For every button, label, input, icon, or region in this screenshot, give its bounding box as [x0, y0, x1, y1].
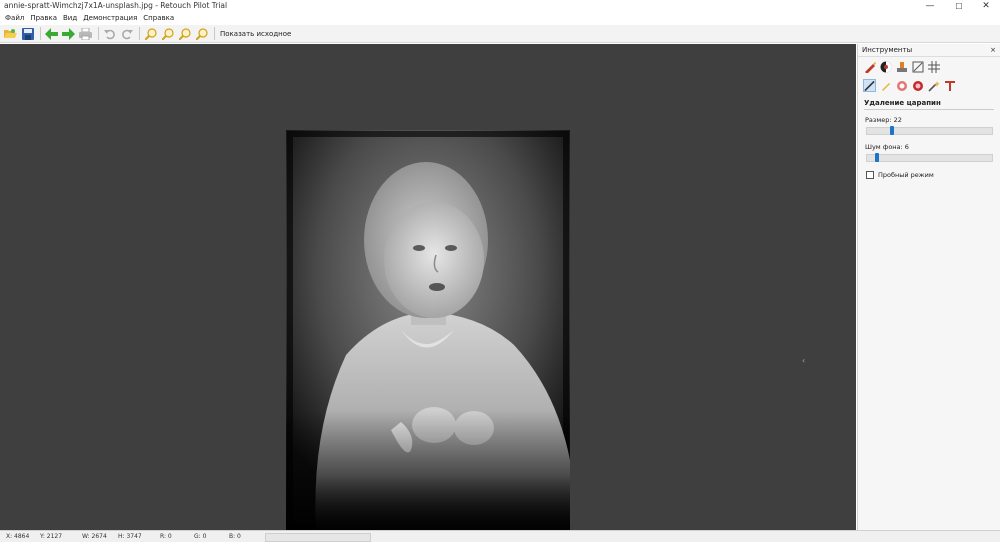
transform-tool-icon[interactable] [911, 60, 924, 73]
size-label: Размер: 22 [865, 116, 902, 124]
tools-panel-header: Инструменты × [858, 44, 1000, 57]
status-progress-bar [265, 533, 371, 542]
show-original-button[interactable]: Показать исходное [220, 30, 291, 38]
tools-panel: Инструменты × Удаление царапин Размер: 2… [857, 44, 1000, 530]
vintage-child-photo[interactable] [286, 130, 570, 530]
menu-view[interactable]: Вид [63, 13, 77, 24]
toolbar: Показать исходное [0, 25, 1000, 43]
image-canvas[interactable]: ‹ [0, 44, 856, 530]
menu-help[interactable]: Справка [143, 13, 174, 24]
menu-edit[interactable]: Правка [30, 13, 57, 24]
minimize-button[interactable]: — [916, 0, 944, 12]
close-button[interactable]: ✕ [972, 0, 1000, 12]
status-r: R: 0 [160, 533, 172, 540]
open-icon[interactable] [3, 26, 18, 41]
forward-arrow-icon[interactable] [61, 26, 76, 41]
test-mode-checkbox[interactable] [866, 171, 874, 179]
zoom-actual-icon[interactable] [194, 26, 209, 41]
text-tool-icon[interactable] [943, 79, 956, 92]
noise-label: Шум фона: 6 [865, 143, 909, 151]
test-mode-label: Пробный режим [878, 171, 934, 179]
magic-wand-icon[interactable] [927, 79, 940, 92]
window-title: annie-spratt-Wimchzj7x1A-unsplash.jpg - … [4, 1, 228, 10]
scratch-removal-title: Удаление царапин [864, 99, 994, 110]
status-x: X: 4864 [6, 533, 30, 540]
toolbar-separator [98, 27, 99, 40]
menu-demo[interactable]: Демонстрация [83, 13, 137, 24]
redo-icon[interactable] [119, 26, 134, 41]
tool-row-2 [858, 76, 1000, 95]
tools-panel-title: Инструменты [862, 46, 913, 54]
save-icon[interactable] [20, 26, 35, 41]
menu-file[interactable]: Файл [5, 13, 24, 24]
toolbar-separator [214, 27, 215, 40]
clone-stamp-icon[interactable] [895, 60, 908, 73]
zoom-in-icon[interactable] [143, 26, 158, 41]
noise-slider-thumb[interactable] [874, 153, 879, 162]
zoom-fit-icon[interactable] [177, 26, 192, 41]
collapse-arrow-icon[interactable]: ‹ [802, 356, 805, 365]
menu-bar: Файл Правка Вид Демонстрация Справка [0, 13, 1000, 24]
status-bar: X: 4864 Y: 2127 W: 2674 H: 3747 R: 0 G: … [0, 530, 1000, 542]
status-y: Y: 2127 [40, 533, 63, 540]
status-g: G: 0 [194, 533, 207, 540]
spot-tool-icon[interactable] [895, 79, 908, 92]
tool-row-1 [858, 57, 1000, 76]
status-h: H: 3747 [118, 533, 142, 540]
blemish-tool-icon[interactable] [911, 79, 924, 92]
maximize-button[interactable]: ☐ [945, 0, 973, 12]
test-mode-row[interactable]: Пробный режим [866, 171, 992, 179]
status-b: B: 0 [229, 533, 241, 540]
title-bar: annie-spratt-Wimchzj7x1A-unsplash.jpg - … [0, 0, 1000, 12]
undo-icon[interactable] [102, 26, 117, 41]
noise-slider[interactable] [866, 153, 993, 162]
back-arrow-icon[interactable] [44, 26, 59, 41]
size-slider-thumb[interactable] [889, 126, 894, 135]
panel-close-icon[interactable]: × [990, 46, 996, 54]
scratch-removal-icon[interactable] [863, 79, 876, 92]
toolbar-separator [139, 27, 140, 40]
zoom-out-icon[interactable] [160, 26, 175, 41]
grid-tool-icon[interactable] [927, 60, 940, 73]
contrast-tool-icon[interactable] [879, 60, 892, 73]
brush-tool-icon[interactable] [863, 60, 876, 73]
size-slider[interactable] [866, 126, 993, 135]
status-w: W: 2674 [82, 533, 107, 540]
pencil-tool-icon[interactable] [879, 79, 892, 92]
print-icon[interactable] [78, 26, 93, 41]
toolbar-separator [40, 27, 41, 40]
